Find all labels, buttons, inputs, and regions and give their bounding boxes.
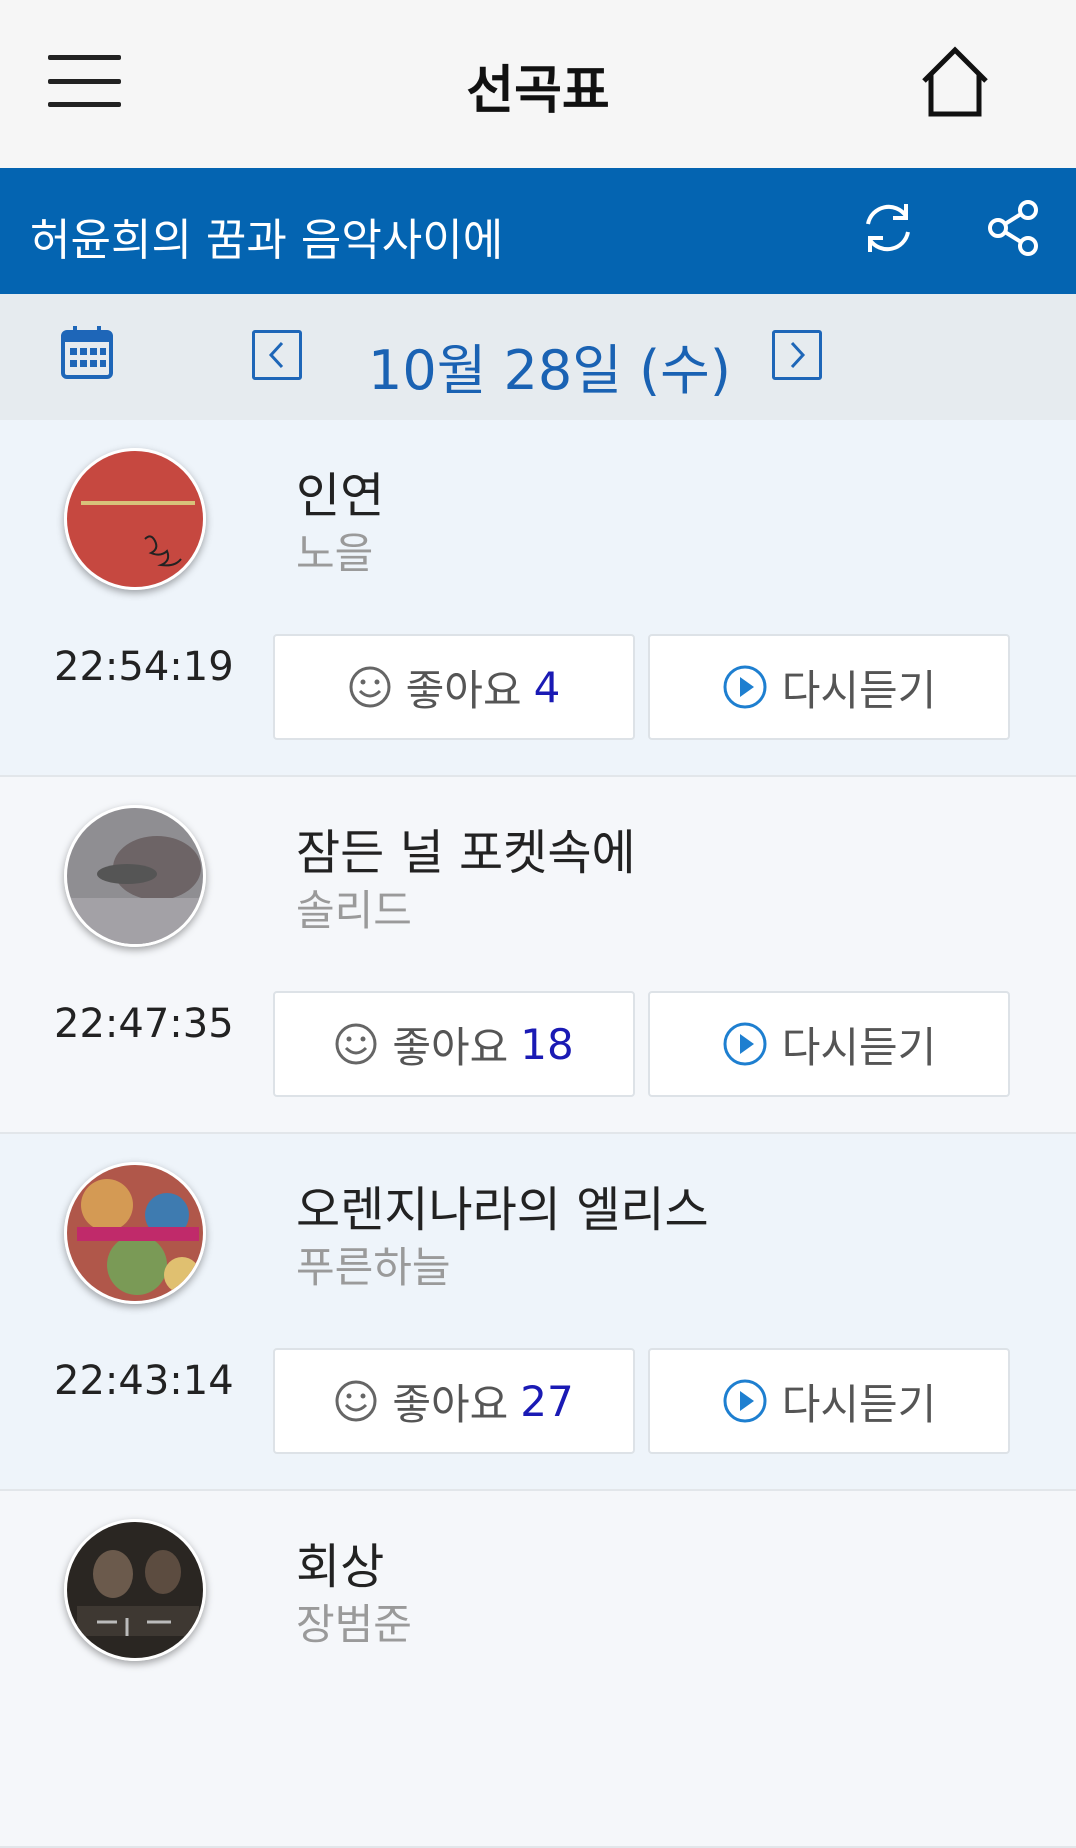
current-date: 10월 28일 (수) bbox=[368, 339, 731, 402]
prev-day-button[interactable] bbox=[252, 330, 302, 380]
replay-button[interactable]: 다시듣기 bbox=[648, 991, 1010, 1097]
share-icon[interactable] bbox=[984, 198, 1044, 258]
play-circle-icon bbox=[722, 1021, 768, 1067]
refresh-icon[interactable] bbox=[858, 198, 918, 258]
like-label: 좋아요 bbox=[405, 665, 522, 715]
song-item: 오렌지나라의 엘리스 푸른하늘 22:43:14 좋아요 27 다시듣기 bbox=[0, 1134, 1076, 1491]
next-day-button[interactable] bbox=[772, 330, 822, 380]
like-button[interactable]: 좋아요 4 bbox=[273, 634, 635, 740]
page-title: 선곡표 bbox=[466, 61, 610, 121]
replay-button[interactable]: 다시듣기 bbox=[648, 634, 1010, 740]
program-bar: 허윤희의 꿈과 음악사이에 bbox=[0, 168, 1076, 294]
play-time: 22:54:19 bbox=[54, 644, 234, 690]
song-title: 인연 bbox=[296, 468, 385, 524]
play-circle-icon bbox=[722, 664, 768, 710]
smile-icon bbox=[334, 1022, 378, 1066]
song-artist: 푸른하늘 bbox=[296, 1243, 451, 1292]
chevron-right-icon bbox=[790, 341, 806, 369]
song-artist: 노을 bbox=[296, 529, 374, 578]
like-button[interactable]: 좋아요 27 bbox=[273, 1348, 635, 1454]
smile-icon bbox=[348, 665, 392, 709]
like-button[interactable]: 좋아요 18 bbox=[273, 991, 635, 1097]
song-artist: 솔리드 bbox=[296, 886, 412, 935]
song-item: 잠든 널 포켓속에 솔리드 22:47:35 좋아요 18 다시듣기 bbox=[0, 777, 1076, 1134]
album-cover bbox=[64, 1519, 206, 1661]
song-artist: 장범준 bbox=[296, 1600, 412, 1649]
song-title: 회상 bbox=[296, 1539, 385, 1595]
album-cover bbox=[64, 805, 206, 947]
like-count: 27 bbox=[520, 1376, 574, 1426]
song-title: 잠든 널 포켓속에 bbox=[296, 825, 636, 881]
home-icon[interactable] bbox=[918, 45, 992, 119]
replay-button[interactable]: 다시듣기 bbox=[648, 1348, 1010, 1454]
program-name: 허윤희의 꿈과 음악사이에 bbox=[30, 215, 504, 266]
song-title: 오렌지나라의 엘리스 bbox=[296, 1182, 709, 1238]
app-header: 선곡표 bbox=[0, 0, 1076, 168]
replay-label: 다시듣기 bbox=[781, 665, 937, 715]
play-time: 22:47:35 bbox=[54, 1001, 234, 1047]
like-label: 좋아요 bbox=[392, 1022, 509, 1072]
play-time: 22:43:14 bbox=[54, 1358, 234, 1404]
like-count: 4 bbox=[533, 662, 561, 712]
date-bar: 10월 28일 (수) bbox=[0, 294, 1076, 420]
song-item: 회상 장범준 bbox=[0, 1491, 1076, 1848]
smile-icon bbox=[334, 1379, 378, 1423]
song-item: 인연 노을 22:54:19 좋아요 4 다시듣기 bbox=[0, 420, 1076, 777]
play-circle-icon bbox=[722, 1378, 768, 1424]
album-cover bbox=[64, 448, 206, 590]
like-label: 좋아요 bbox=[392, 1379, 509, 1429]
replay-label: 다시듣기 bbox=[781, 1379, 937, 1429]
chevron-left-icon bbox=[268, 341, 284, 369]
calendar-icon[interactable] bbox=[60, 324, 114, 380]
album-cover bbox=[64, 1162, 206, 1304]
like-count: 18 bbox=[520, 1019, 574, 1069]
replay-label: 다시듣기 bbox=[781, 1022, 937, 1072]
